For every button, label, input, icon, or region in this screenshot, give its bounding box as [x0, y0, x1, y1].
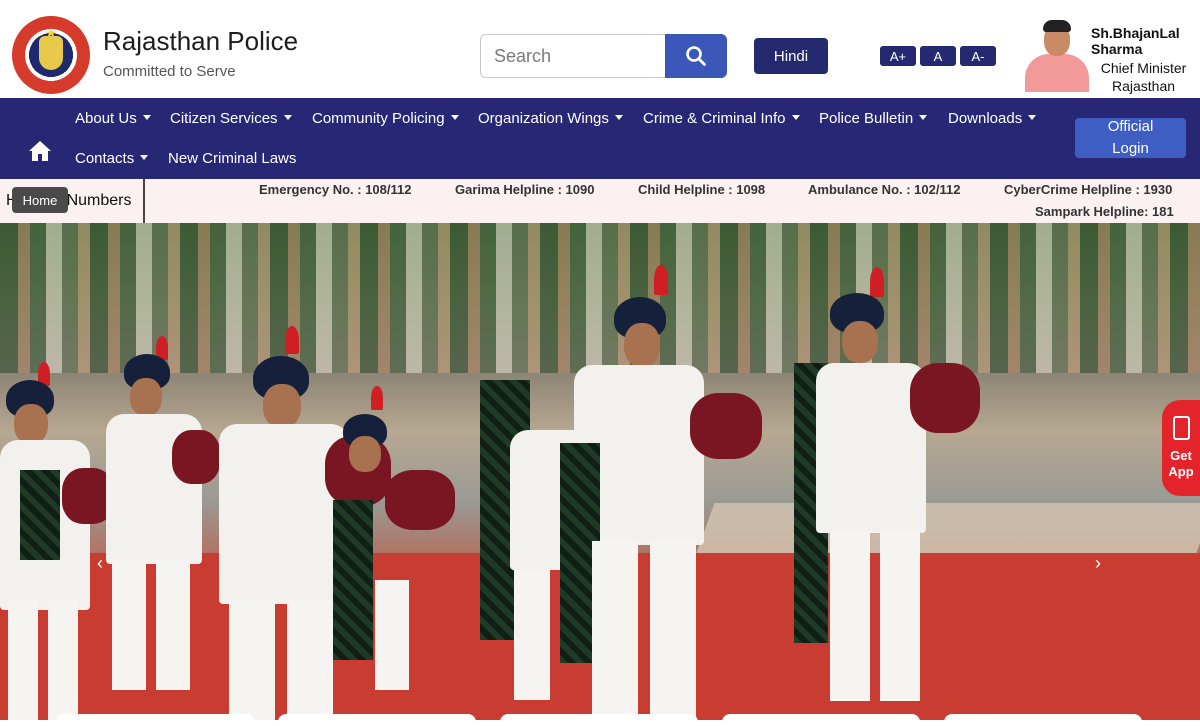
site-title[interactable]: Rajasthan Police: [103, 26, 298, 57]
logo-emblem-icon: [39, 36, 63, 70]
official-login-button[interactable]: Official Login: [1075, 118, 1186, 158]
hero-band-member: [0, 300, 114, 720]
nav-label: Organization Wings: [478, 110, 609, 127]
helpline-emergency[interactable]: Emergency No. : 108/112: [259, 182, 411, 197]
nav-crime-criminal-info[interactable]: Crime & Criminal Info: [643, 110, 800, 127]
site-tagline: Committed to Serve: [103, 63, 236, 80]
hindi-language-button[interactable]: Hindi: [754, 38, 828, 74]
chevron-down-icon: [791, 114, 800, 120]
strip-divider: [143, 179, 145, 223]
helpline-cybercrime[interactable]: CyberCrime Helpline : 1930: [1004, 182, 1172, 197]
nav-label: Police Bulletin: [819, 110, 914, 127]
chevron-down-icon: [142, 114, 151, 120]
font-increase-button[interactable]: A+: [880, 46, 916, 66]
nav-label: About Us: [75, 110, 137, 127]
nav-citizen-services[interactable]: Citizen Services: [170, 110, 292, 127]
nav-police-bulletin[interactable]: Police Bulletin: [819, 110, 928, 127]
hero-band-member: [100, 280, 220, 720]
font-decrease-button[interactable]: A-: [960, 46, 996, 66]
site-header: Rajasthan Police Committed to Serve Hind…: [0, 0, 1200, 98]
cm-title-line1: Chief Minister: [1100, 60, 1187, 76]
nav-about-us[interactable]: About Us: [75, 110, 151, 127]
quick-link-card[interactable]: [56, 714, 254, 726]
quick-link-card[interactable]: [722, 714, 920, 726]
nav-new-criminal-laws[interactable]: New Criminal Laws: [168, 150, 296, 167]
search-bar: [480, 34, 727, 78]
hero-band-member: [335, 320, 465, 720]
helpline-garima[interactable]: Garima Helpline : 1090: [455, 182, 594, 197]
nav-label: Downloads: [948, 110, 1023, 127]
hero-band-member: [560, 223, 770, 720]
chevron-down-icon: [450, 114, 459, 120]
get-app-button[interactable]: Get App: [1162, 400, 1200, 496]
nav-community-policing[interactable]: Community Policing: [312, 110, 459, 127]
get-app-line1: Get: [1170, 448, 1192, 463]
nav-label: Community Policing: [312, 110, 445, 127]
chief-minister-name: Sh.BhajanLal Sharma: [1091, 25, 1180, 57]
chief-minister-title: Chief Minister Rajasthan: [1091, 59, 1196, 95]
home-tooltip: Home: [12, 187, 68, 213]
chevron-down-icon: [1028, 114, 1037, 120]
get-app-line2: App: [1168, 464, 1194, 479]
cm-title-line2: Rajasthan: [1111, 78, 1176, 94]
chief-minister-photo: [1021, 20, 1091, 92]
main-navigation: About Us Citizen Services Community Poli…: [0, 98, 1200, 179]
helpline-heading-suffix: Numbers: [66, 192, 132, 209]
helpline-sampark[interactable]: Sampark Helpline: 181: [1035, 204, 1174, 219]
quick-link-card[interactable]: [944, 714, 1142, 726]
chevron-down-icon: [919, 114, 928, 120]
quick-links-cards: [0, 714, 1200, 726]
helpline-strip: HNumbers Emergency No. : 108/112 Garima …: [0, 179, 1200, 223]
font-normal-button[interactable]: A: [920, 46, 956, 66]
chevron-down-icon: [283, 114, 292, 120]
helpline-child[interactable]: Child Helpline : 1098: [638, 182, 765, 197]
search-icon: [686, 46, 706, 66]
nav-contacts[interactable]: Contacts: [75, 150, 149, 167]
get-app-label: Get App: [1162, 448, 1200, 480]
mobile-download-icon: [1173, 416, 1190, 440]
quick-link-card[interactable]: [500, 714, 698, 726]
nav-label: Crime & Criminal Info: [643, 110, 786, 127]
nav-label: Contacts: [75, 150, 135, 167]
login-label-line1: Official: [1107, 118, 1154, 135]
chevron-down-icon: [140, 154, 149, 160]
quick-link-card[interactable]: [278, 714, 476, 726]
search-button[interactable]: [665, 34, 727, 78]
nav-label: New Criminal Laws: [168, 150, 297, 167]
login-label-line2: Login: [1112, 140, 1149, 157]
rajasthan-police-logo[interactable]: [12, 16, 90, 94]
helpline-ambulance[interactable]: Ambulance No. : 102/112: [808, 182, 960, 197]
slider-prev-arrow[interactable]: ‹: [97, 553, 103, 574]
home-icon[interactable]: [28, 140, 52, 162]
nav-organization-wings[interactable]: Organization Wings: [478, 110, 623, 127]
nav-label: Citizen Services: [170, 110, 278, 127]
slider-next-arrow[interactable]: ›: [1095, 553, 1101, 574]
search-input[interactable]: [480, 34, 670, 78]
hero-slider[interactable]: ‹ ›: [0, 223, 1200, 720]
hero-band-member: [790, 223, 990, 720]
chevron-down-icon: [614, 114, 623, 120]
nav-downloads[interactable]: Downloads: [948, 110, 1037, 127]
